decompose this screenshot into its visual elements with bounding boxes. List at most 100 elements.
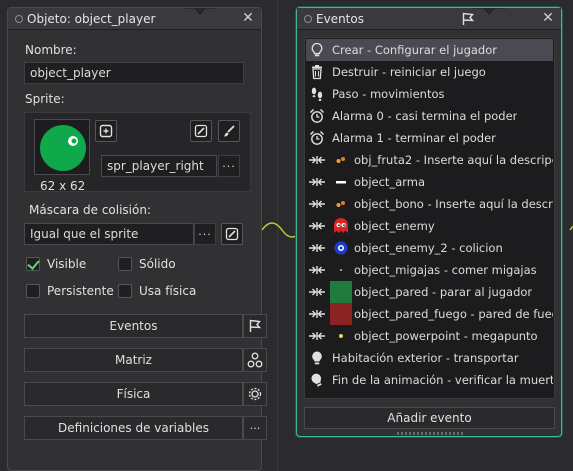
event-item[interactable]: Alarma 1 - terminar el poder xyxy=(306,127,553,149)
collision-icon xyxy=(306,215,328,237)
physics-checkbox[interactable] xyxy=(118,284,132,298)
variables-button[interactable]: Definiciones de variables xyxy=(24,416,243,440)
hierarchy-icon xyxy=(247,352,263,368)
parent-hierarchy-button[interactable] xyxy=(243,348,267,372)
collision-object-sprite xyxy=(330,303,352,325)
new-sprite-button[interactable] xyxy=(95,120,117,142)
event-label: object_powerpoint - megapunto xyxy=(354,329,538,343)
events-list: Crear - Configurar el jugador Destruir - … xyxy=(304,37,555,399)
events-flag-button[interactable] xyxy=(243,314,267,338)
event-label: object_pared - parar al jugador xyxy=(354,285,533,299)
event-label: Destruir - reiniciar el juego xyxy=(332,65,486,79)
close-icon[interactable]: ✕ xyxy=(241,11,255,25)
close-icon[interactable]: ✕ xyxy=(541,11,555,25)
physics-gear-button[interactable] xyxy=(243,382,267,406)
collision-icon xyxy=(306,281,328,303)
gear-icon xyxy=(248,387,262,401)
event-item[interactable]: object_pared_fuego - pared de fuego xyxy=(306,303,553,325)
mask-browse-button[interactable]: ··· xyxy=(194,223,216,245)
solid-label: Sólido xyxy=(139,257,176,271)
event-label: object_enemy_2 - colicion xyxy=(354,241,503,255)
new-sprite-icon xyxy=(99,124,113,138)
lightbulb-tilted-icon xyxy=(306,369,328,391)
resize-grip[interactable] xyxy=(397,432,463,435)
event-label: Alarma 0 - casi termina el poder xyxy=(332,109,518,123)
event-label: Habitación exterior - transportar xyxy=(332,351,519,365)
event-item[interactable]: Habitación exterior - transportar xyxy=(306,347,553,369)
name-input[interactable]: object_player xyxy=(24,62,244,84)
collision-object-sprite xyxy=(330,171,352,193)
event-item[interactable]: Paso - movimientos xyxy=(306,83,553,105)
event-label: object_arma xyxy=(354,175,426,189)
alarm-clock-icon xyxy=(306,105,328,127)
lightbulb-icon xyxy=(306,39,328,61)
event-item[interactable]: Destruir - reiniciar el juego xyxy=(306,61,553,83)
add-event-button[interactable]: Añadir evento xyxy=(304,407,555,429)
edit-sprite-button[interactable] xyxy=(190,120,212,142)
collision-icon xyxy=(306,259,328,281)
event-item[interactable]: object_arma xyxy=(306,171,553,193)
collision-object-sprite xyxy=(330,325,352,347)
physics-button[interactable]: Física xyxy=(24,382,243,406)
flag-icon xyxy=(249,319,262,332)
event-item[interactable]: Crear - Configurar el jugador xyxy=(306,39,553,61)
collision-object-sprite xyxy=(330,215,352,237)
mask-select[interactable]: Igual que el sprite xyxy=(24,223,194,245)
sprite-thumbnail[interactable] xyxy=(34,119,90,175)
object-panel-title: Objeto: object_player xyxy=(27,11,156,26)
event-label: obj_fruta2 - Inserte aquí la descripción xyxy=(354,153,553,167)
collision-object-sprite xyxy=(330,193,352,215)
event-label: object_enemy xyxy=(354,219,435,233)
solid-checkbox[interactable] xyxy=(118,257,132,271)
panel-notch xyxy=(183,8,217,15)
player-sprite-icon xyxy=(40,125,86,171)
footsteps-icon xyxy=(306,83,328,105)
object-panel-header[interactable]: Objeto: object_player ✕ xyxy=(8,8,261,30)
collision-icon xyxy=(306,171,328,193)
event-label: object_pared_fuego - pared de fuego xyxy=(354,307,553,321)
event-label: Fin de la animación - verificar la muert… xyxy=(332,373,553,387)
event-item[interactable]: object_migajas - comer migajas xyxy=(306,259,553,281)
panel-notch xyxy=(472,8,506,15)
event-item[interactable]: object_powerpoint - megapunto xyxy=(306,325,553,347)
event-label: Paso - movimientos xyxy=(332,87,445,101)
events-panel-header[interactable]: Eventos ✕ xyxy=(297,8,561,30)
alarm-clock-icon xyxy=(306,127,328,149)
collision-object-sprite xyxy=(330,237,352,259)
collision-icon xyxy=(306,193,328,215)
flag-icon xyxy=(462,12,475,25)
edit-image-icon xyxy=(225,227,239,241)
event-item[interactable]: Alarma 0 - casi termina el poder xyxy=(306,105,553,127)
brush-icon xyxy=(224,125,235,137)
event-item[interactable]: object_bono - Inserte aquí la descripció… xyxy=(306,193,553,215)
events-panel-title: Eventos xyxy=(316,11,364,26)
sprite-label: Sprite: xyxy=(25,92,65,106)
persistent-label: Persistente xyxy=(47,284,114,298)
event-item[interactable]: object_enemy_2 - colicion xyxy=(306,237,553,259)
edit-mask-button[interactable] xyxy=(221,223,243,245)
physics-label: Usa física xyxy=(139,284,197,298)
persistent-checkbox[interactable] xyxy=(26,284,40,298)
event-item[interactable]: Fin de la animación - verificar la muert… xyxy=(306,369,553,391)
pin-icon[interactable] xyxy=(304,14,312,23)
parent-button[interactable]: Matriz xyxy=(24,348,243,372)
sprite-browse-button[interactable]: ··· xyxy=(218,155,240,177)
visible-checkbox[interactable] xyxy=(26,257,40,271)
trash-icon xyxy=(306,61,328,83)
variables-more-button[interactable]: ··· xyxy=(243,416,267,440)
event-item[interactable]: object_pared - parar al jugador xyxy=(306,281,553,303)
sprite-size: 62 x 62 xyxy=(40,179,86,193)
event-label: Alarma 1 - terminar el poder xyxy=(332,131,496,145)
sprite-select[interactable]: spr_player_right xyxy=(101,155,217,177)
event-item[interactable]: object_enemy xyxy=(306,215,553,237)
events-button[interactable]: Eventos xyxy=(24,314,243,338)
collision-icon xyxy=(306,325,328,347)
paint-sprite-button[interactable] xyxy=(218,120,240,142)
pin-icon[interactable] xyxy=(15,14,23,23)
name-label: Nombre: xyxy=(25,43,77,57)
event-item[interactable]: obj_fruta2 - Inserte aquí la descripción xyxy=(306,149,553,171)
edit-image-icon xyxy=(194,124,208,138)
event-label: object_bono - Inserte aquí la descripció… xyxy=(354,197,553,211)
collision-icon xyxy=(306,303,328,325)
collision-object-sprite xyxy=(330,259,352,281)
